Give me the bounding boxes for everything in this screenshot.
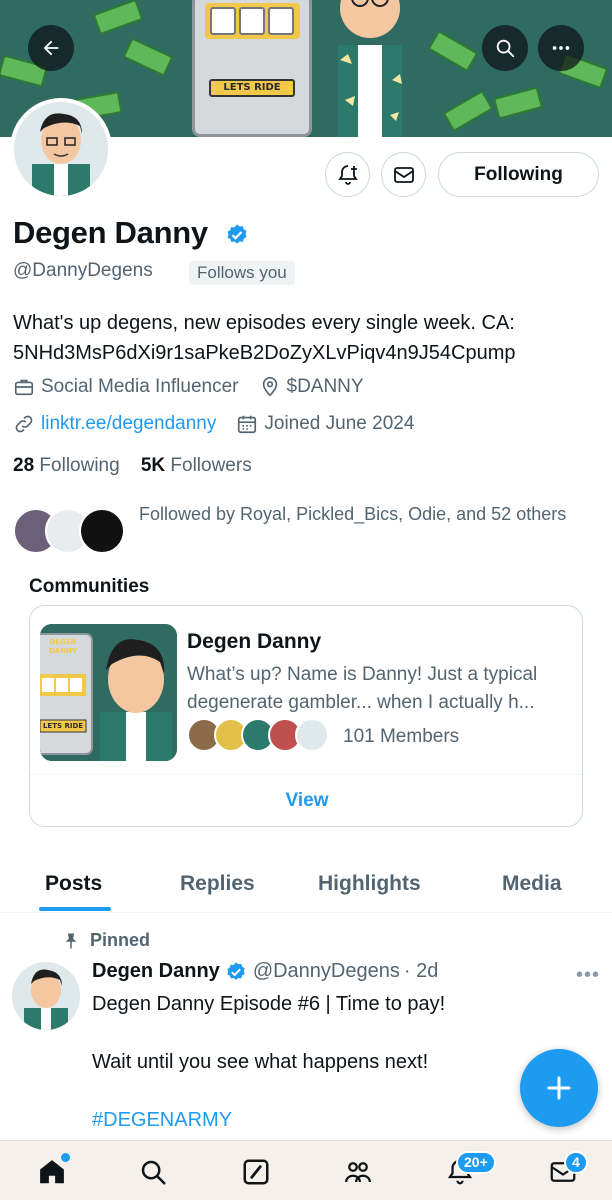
post-hashtag[interactable]: #DEGENARMY bbox=[92, 1109, 232, 1132]
profile-tabs: Posts Replies Highlights Media bbox=[0, 855, 612, 913]
post-more-button[interactable]: ••• bbox=[576, 964, 600, 987]
bio-contract-address: 5NHd3MsP6dXi9r1saPkeB2DoZyXLvPiqv4n9J54C… bbox=[13, 342, 516, 364]
active-tab-indicator bbox=[39, 907, 111, 911]
post-author-name[interactable]: Degen Danny bbox=[92, 960, 220, 983]
followed-by-text: Followed by Royal, Pickled_Bics, Odie, a… bbox=[139, 504, 567, 524]
search-icon bbox=[496, 39, 515, 58]
bio-line: What's up degens, new episodes every sin… bbox=[13, 312, 515, 334]
profile-meta-row-2: linktr.ee/degendanny Joined June 2024 bbox=[13, 413, 414, 435]
followers-count-link[interactable]: 5K Followers bbox=[141, 455, 252, 476]
search-button[interactable] bbox=[482, 25, 528, 71]
followed-by-row[interactable]: Followed by Royal, Pickled_Bics, Odie, a… bbox=[13, 500, 603, 560]
notifications-toggle-button[interactable] bbox=[325, 152, 370, 197]
communities-heading: Communities bbox=[29, 576, 150, 597]
following-label: Following bbox=[39, 455, 120, 476]
messages-badge: 4 bbox=[564, 1151, 588, 1174]
bottom-navigation: 20+ 4 bbox=[0, 1140, 612, 1200]
post-header: Degen Danny @DannyDegens · 2d bbox=[92, 960, 438, 983]
followers-count: 5K bbox=[140, 455, 166, 476]
profile-handle: @DannyDegens bbox=[13, 260, 153, 281]
community-image: DEGEN DANNY LETS RIDE bbox=[40, 624, 177, 761]
money-decoration bbox=[442, 89, 494, 133]
money-decoration bbox=[492, 86, 544, 120]
communities-icon bbox=[345, 1162, 371, 1183]
community-card[interactable]: DEGEN DANNY LETS RIDE Degen Danny What’s… bbox=[29, 605, 583, 827]
location-pin-icon bbox=[262, 377, 277, 397]
profile-link[interactable]: linktr.ee/degendanny bbox=[41, 413, 216, 435]
tab-highlights[interactable]: Highlights bbox=[318, 855, 421, 913]
profile-name: Degen Danny bbox=[13, 215, 208, 250]
link-icon bbox=[15, 415, 33, 433]
avatar-image bbox=[14, 102, 108, 196]
home-unread-dot bbox=[61, 1153, 70, 1162]
profile-category: Social Media Influencer bbox=[41, 376, 239, 397]
more-horizontal-icon bbox=[552, 46, 570, 50]
verified-badge-icon[interactable] bbox=[225, 223, 249, 247]
profile-location: $DANNY bbox=[286, 376, 364, 397]
plus-icon bbox=[547, 1076, 571, 1100]
post-text-line: Wait until you see what happens next! bbox=[92, 1051, 429, 1073]
following-count-link[interactable]: 28 Following bbox=[13, 455, 120, 476]
grok-icon bbox=[243, 1159, 269, 1185]
character-illustration bbox=[338, 0, 402, 137]
pinned-text: Pinned bbox=[90, 930, 151, 950]
compose-post-button[interactable] bbox=[520, 1049, 598, 1127]
nav-grok[interactable] bbox=[239, 1155, 273, 1189]
follower-avatar bbox=[79, 508, 125, 554]
pinned-label: Pinned bbox=[62, 930, 150, 951]
message-button[interactable] bbox=[381, 152, 426, 197]
community-member-count: 101 Members bbox=[343, 726, 460, 747]
follow-counts: 28 Following 5K Followers bbox=[13, 455, 252, 477]
arrow-left-icon bbox=[43, 40, 59, 56]
more-button[interactable] bbox=[538, 25, 584, 71]
community-name: Degen Danny bbox=[187, 630, 322, 653]
following-count: 28 bbox=[13, 455, 35, 476]
post-time[interactable]: · 2d bbox=[404, 960, 438, 983]
tab-posts[interactable]: Posts bbox=[45, 855, 102, 913]
slot-sign: LETS RIDE bbox=[209, 79, 295, 97]
follows-you-badge: Follows you bbox=[189, 261, 295, 285]
briefcase-icon bbox=[14, 379, 34, 396]
tab-media[interactable]: Media bbox=[502, 855, 562, 913]
profile-joined-date: Joined June 2024 bbox=[264, 413, 415, 434]
post-text-line: Degen Danny Episode #6 | Time to pay! bbox=[92, 993, 446, 1015]
nav-communities[interactable] bbox=[341, 1155, 375, 1189]
view-community-button[interactable]: View bbox=[30, 774, 582, 826]
money-decoration bbox=[427, 29, 479, 73]
money-decoration bbox=[92, 0, 144, 36]
member-avatar bbox=[295, 718, 329, 752]
verified-badge-icon bbox=[227, 961, 245, 980]
money-decoration bbox=[122, 37, 174, 77]
tab-replies[interactable]: Replies bbox=[180, 855, 255, 913]
community-description: What’s up? Name is Danny! Just a typical… bbox=[187, 664, 538, 713]
back-button[interactable] bbox=[28, 25, 74, 71]
following-button[interactable]: Following bbox=[438, 152, 599, 197]
followers-label: Followers bbox=[170, 455, 252, 476]
community-image-sign: LETS RIDE bbox=[42, 722, 84, 730]
notifications-badge: 20+ bbox=[456, 1151, 496, 1174]
post-author-avatar[interactable] bbox=[12, 962, 80, 1030]
calendar-icon bbox=[238, 415, 257, 434]
community-image-banner: DEGEN DANNY bbox=[48, 638, 77, 655]
post-avatar-image bbox=[12, 962, 80, 1030]
slot-machine-illustration: LETS RIDE bbox=[192, 0, 312, 137]
profile-bio: What's up degens, new episodes every sin… bbox=[13, 308, 603, 368]
envelope-icon bbox=[393, 166, 414, 183]
post-author-handle[interactable]: @DannyDegens bbox=[253, 960, 400, 983]
pin-icon bbox=[65, 933, 77, 948]
search-icon bbox=[141, 1160, 166, 1185]
profile-meta-row-1: Social Media Influencer $DANNY bbox=[13, 376, 364, 398]
nav-search[interactable] bbox=[136, 1155, 170, 1189]
bell-plus-icon bbox=[337, 164, 358, 185]
profile-avatar[interactable] bbox=[10, 98, 112, 200]
